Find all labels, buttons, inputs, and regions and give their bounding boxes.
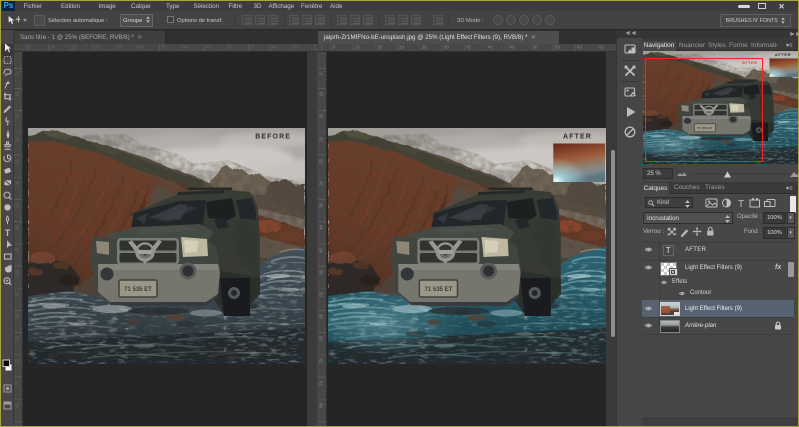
svg-text:AFTER: AFTER bbox=[563, 134, 592, 141]
svg-text:AFTER: AFTER bbox=[775, 53, 791, 57]
svg-text:T: T bbox=[5, 228, 11, 238]
svg-text:T: T bbox=[738, 199, 744, 208]
svg-text:BEFORE: BEFORE bbox=[255, 134, 291, 141]
